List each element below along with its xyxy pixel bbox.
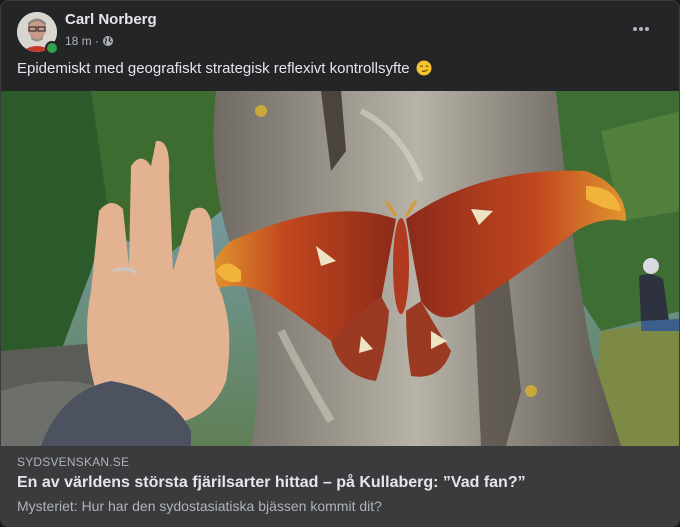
link-description: Mysteriet: Hur har den sydostasiatiska b… bbox=[17, 498, 382, 514]
online-status-dot bbox=[45, 41, 59, 55]
post-card: Carl Norberg 18 m · Epidemiskt med geogr… bbox=[0, 0, 680, 527]
more-options-icon[interactable] bbox=[629, 17, 653, 41]
butterfly-photo-illustration bbox=[1, 91, 679, 446]
post-meta: 18 m · bbox=[65, 34, 114, 48]
meta-separator: · bbox=[94, 34, 99, 48]
post-photo[interactable] bbox=[1, 91, 679, 446]
author-name[interactable]: Carl Norberg bbox=[65, 11, 157, 28]
post-caption: Epidemiskt med geografiskt strategisk re… bbox=[17, 60, 432, 77]
link-title[interactable]: En av världens största fjärilsarter hitt… bbox=[17, 474, 526, 492]
link-domain: SYDSVENSKAN.SE bbox=[17, 455, 130, 469]
globe-icon[interactable] bbox=[102, 35, 114, 47]
smirk-emoji-icon bbox=[416, 60, 432, 76]
caption-text: Epidemiskt med geografiskt strategisk re… bbox=[17, 60, 410, 77]
link-preview[interactable]: SYDSVENSKAN.SE En av världens största fj… bbox=[1, 446, 679, 526]
post-time[interactable]: 18 m bbox=[65, 34, 92, 48]
